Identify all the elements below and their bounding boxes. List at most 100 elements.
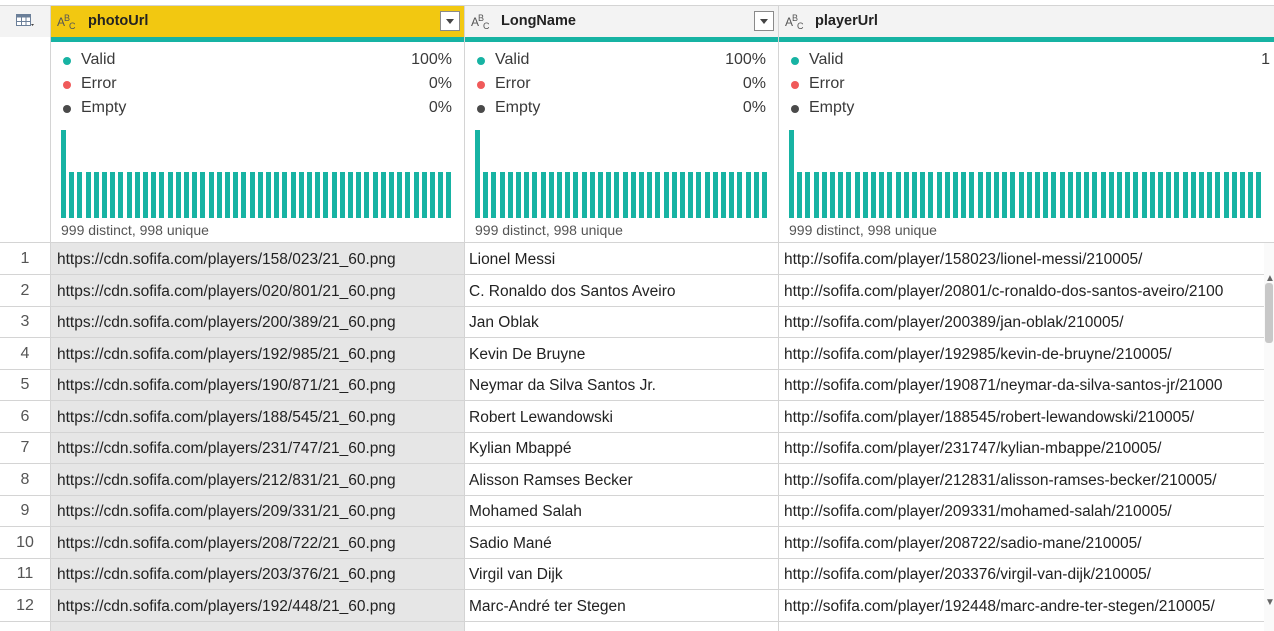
histogram-bar[interactable]	[491, 172, 497, 218]
histogram-bar[interactable]	[323, 172, 329, 218]
histogram-bar[interactable]	[175, 172, 181, 218]
cell-playerurl[interactable]: http://sofifa.com/player/192985/kevin-de…	[784, 346, 1264, 364]
histogram-bar[interactable]	[167, 172, 173, 218]
cell-photourl[interactable]: https://cdn.sofifa.com/players/192/985/2…	[57, 346, 457, 364]
histogram-bar[interactable]	[696, 172, 702, 218]
histogram-bar[interactable]	[1223, 172, 1229, 218]
cell-longname[interactable]: Kevin De Bruyne	[469, 346, 774, 364]
histogram-bar[interactable]	[1010, 172, 1016, 218]
cell-longname[interactable]: Jan Oblak	[469, 314, 774, 332]
table-menu-corner[interactable]	[0, 5, 50, 37]
histogram-bar[interactable]	[680, 172, 685, 218]
row-number[interactable]: 2	[0, 282, 50, 300]
histogram-bar[interactable]	[507, 172, 513, 218]
histogram-bar[interactable]	[573, 172, 579, 218]
cell-longname[interactable]: C. Ronaldo dos Santos Aveiro	[469, 283, 774, 301]
histogram-bar[interactable]	[364, 172, 370, 218]
cell-playerurl[interactable]: http://sofifa.com/player/190871/neymar-d…	[784, 377, 1264, 395]
histogram-bar[interactable]	[1207, 172, 1213, 218]
column-header-longname[interactable]: ABC LongName	[465, 5, 778, 37]
cell-photourl[interactable]: https://cdn.sofifa.com/players/212/831/2…	[57, 472, 457, 490]
histogram-bar[interactable]	[887, 172, 893, 218]
histogram-bar[interactable]	[413, 172, 419, 218]
histogram-bar[interactable]	[1248, 172, 1254, 218]
histogram-bar[interactable]	[557, 172, 562, 218]
histogram-bar[interactable]	[483, 172, 489, 218]
histogram-bar[interactable]	[598, 172, 603, 218]
cell-longname[interactable]: Neymar da Silva Santos Jr.	[469, 377, 774, 395]
histogram-bar[interactable]	[920, 172, 926, 218]
histogram-bar[interactable]	[1117, 172, 1122, 218]
histogram-bar[interactable]	[249, 172, 255, 218]
cell-longname[interactable]: Kylian Mbappé	[469, 440, 774, 458]
cell-longname[interactable]: Virgil van Dijk	[469, 566, 774, 584]
cell-photourl[interactable]: https://cdn.sofifa.com/players/203/376/2…	[57, 566, 457, 584]
cell-playerurl[interactable]: http://sofifa.com/player/192448/marc-and…	[784, 598, 1264, 616]
histogram-bar[interactable]	[977, 172, 983, 218]
histogram-bar[interactable]	[216, 172, 222, 218]
value-distribution-histogram[interactable]	[475, 128, 770, 218]
cell-photourl[interactable]: https://cdn.sofifa.com/players/208/722/2…	[57, 535, 457, 553]
histogram-bar[interactable]	[671, 172, 677, 218]
histogram-bar[interactable]	[405, 172, 411, 218]
row-number[interactable]: 4	[0, 345, 50, 363]
histogram-bar[interactable]	[1166, 172, 1172, 218]
histogram-bar[interactable]	[1076, 172, 1081, 218]
histogram-bar[interactable]	[475, 130, 480, 218]
histogram-bar[interactable]	[1051, 172, 1057, 218]
column-header-photourl[interactable]: ABC photoUrl	[51, 5, 464, 37]
histogram-bar[interactable]	[524, 172, 530, 218]
cell-longname[interactable]: Mohamed Salah	[469, 503, 774, 521]
histogram-bar[interactable]	[871, 172, 876, 218]
cell-longname[interactable]: Alisson Ramses Becker	[469, 472, 774, 490]
histogram-bar[interactable]	[936, 172, 942, 218]
histogram-bar[interactable]	[614, 172, 620, 218]
cell-longname[interactable]: Robert Lewandowski	[469, 409, 774, 427]
row-number[interactable]: 11	[0, 565, 50, 583]
histogram-bar[interactable]	[1035, 172, 1040, 218]
histogram-bar[interactable]	[1182, 172, 1188, 218]
histogram-bar[interactable]	[499, 172, 505, 218]
histogram-bar[interactable]	[356, 172, 362, 218]
histogram-bar[interactable]	[895, 172, 901, 218]
table-icon[interactable]	[16, 14, 34, 28]
histogram-bar[interactable]	[532, 172, 538, 218]
histogram-bar[interactable]	[184, 172, 189, 218]
histogram-bar[interactable]	[208, 172, 214, 218]
histogram-bar[interactable]	[753, 172, 759, 218]
histogram-bar[interactable]	[102, 172, 107, 218]
histogram-bar[interactable]	[994, 172, 999, 218]
histogram-bar[interactable]	[928, 172, 934, 218]
histogram-bar[interactable]	[151, 172, 157, 218]
row-number[interactable]: 9	[0, 502, 50, 520]
histogram-bar[interactable]	[421, 172, 427, 218]
histogram-bar[interactable]	[1002, 172, 1008, 218]
histogram-bar[interactable]	[1125, 172, 1131, 218]
row-number[interactable]: 3	[0, 313, 50, 331]
histogram-bar[interactable]	[307, 172, 312, 218]
histogram-bar[interactable]	[339, 172, 345, 218]
histogram-bar[interactable]	[93, 172, 99, 218]
histogram-bar[interactable]	[737, 172, 743, 218]
histogram-bar[interactable]	[225, 172, 230, 218]
cell-photourl[interactable]: https://cdn.sofifa.com/players/209/331/2…	[57, 503, 457, 521]
histogram-bar[interactable]	[1141, 172, 1147, 218]
row-number[interactable]: 6	[0, 408, 50, 426]
filter-dropdown-button[interactable]	[440, 11, 460, 31]
row-number[interactable]: 7	[0, 439, 50, 457]
histogram-bar[interactable]	[854, 172, 860, 218]
histogram-bar[interactable]	[380, 172, 386, 218]
histogram-bar[interactable]	[622, 172, 628, 218]
histogram-bar[interactable]	[565, 172, 571, 218]
row-number[interactable]: 8	[0, 471, 50, 489]
histogram-bar[interactable]	[1174, 172, 1180, 218]
histogram-bar[interactable]	[516, 172, 521, 218]
histogram-bar[interactable]	[540, 172, 546, 218]
histogram-bar[interactable]	[241, 172, 247, 218]
histogram-bar[interactable]	[1100, 172, 1106, 218]
histogram-bar[interactable]	[762, 172, 767, 218]
histogram-bar[interactable]	[1133, 172, 1139, 218]
filter-dropdown-button[interactable]	[754, 11, 774, 31]
histogram-bar[interactable]	[745, 172, 751, 218]
cell-longname[interactable]: Lionel Messi	[469, 251, 774, 269]
